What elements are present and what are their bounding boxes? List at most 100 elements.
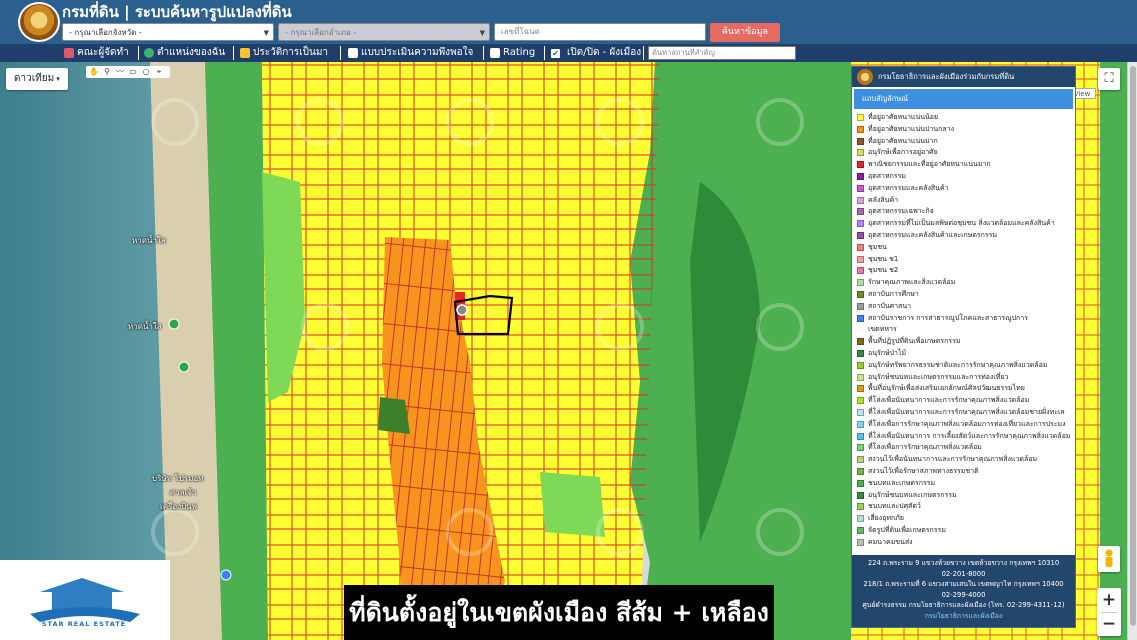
nav-divider [643,46,644,60]
province-select[interactable]: - กรุณาเลือกจังหวัด - ▼ [62,23,274,41]
legend-item-label: พื้นที่ปฏิรูปที่ดินเพื่อเกษตรกรรม [868,337,961,346]
legend-item: สงวนไว้เพื่อรักษาสภาพทางธรรมชาติ [857,466,1075,478]
legend-swatch [857,349,864,357]
legend-org-title: กรมโยธาธิการและผังเมืองร่วมกับกรมที่ดิน [878,72,1015,81]
deed-number-input[interactable]: เลขที่โฉนด [494,23,706,41]
legend-swatch [857,172,864,180]
street-view-pegman-icon[interactable] [1098,546,1120,572]
legend-item-label: ชุมชน ช1 [868,254,899,263]
legend-swatch [857,302,864,310]
legend-swatch [857,184,864,192]
footer-address: 224 ถ.พระราม 9 แขวงห้วยขวาง เขตห้วยขวาง … [867,559,1060,567]
legend-item-label: สงวนไว้เพื่อรักษาสภาพทางธรรมชาติ [868,466,979,475]
legend-item: สถาบันการศึกษา [857,289,1075,301]
legend-item-label: คลังสินค้า [868,195,899,204]
footer-link[interactable]: กรมโยธาธิการและผังเมือง [852,611,1075,622]
nav-item-survey[interactable]: แบบประเมินความพึงพอใจ [348,44,473,62]
legend-swatch [857,208,864,216]
legend-item: พื้นที่ปฏิรูปที่ดินเพื่อเกษตรกรรม [857,336,1075,348]
page-scrollbar[interactable] [1127,62,1137,640]
legend-item: พาณิชยกรรมและที่อยู่อาศัยหนาแน่นมาก [857,159,1075,171]
app-title: กรมที่ดิน | ระบบค้นหารูปแปลงที่ดิน [62,3,292,21]
legend-item-label: เขตทหาร [868,325,897,334]
legend-swatch [857,479,864,487]
legend-item: อนุรักษ์ชนบทและเกษตรกรรม [857,490,1075,502]
zoom-out-button[interactable]: − [1097,612,1121,636]
legend-swatch [857,408,864,416]
nav-divider [544,46,545,60]
basemap-selector[interactable]: ดาวเทียม ▾ [6,68,68,90]
nav-item-rating[interactable]: Rating [490,44,535,62]
zoom-in-button[interactable]: + [1097,588,1121,612]
legend-item-label: ที่โล่งเพื่อนันทนาการและการรักษาคุณภาพสิ… [868,407,1065,416]
zoning-checkbox[interactable]: ✔ [551,48,560,58]
scrollbar-thumb[interactable] [1130,66,1136,626]
polyline-icon[interactable]: 〰 [114,67,126,77]
map-place-label: ศาลเจ้า [170,488,197,497]
legend-item-label: ชุมชน [868,242,887,251]
legend-list: ที่อยู่อาศัยหนาแน่นน้อย ที่อยู่อาศัยหนาแน… [852,109,1075,548]
legend-item-label: อนุรักษ์เพื่อการอยู่อาศัย [868,148,938,157]
nav-item-toggle-zoning[interactable]: ✔ เปิด/ปิด - ผังเมือง [551,44,641,62]
legend-swatch [857,538,864,546]
search-button[interactable]: ค้นหาข้อมูล [710,23,780,42]
legend-item: ที่โล่งเพื่อการรักษาคุณภาพสิ่งแวดล้อม [857,442,1075,454]
legend-item-label: อุตสาหกรรมที่ไม่เป็นมลพิษต่อชุมชน สิ่งแว… [868,219,1055,228]
place-search-input[interactable]: ค้นหาสถานที่สำคัญ [648,46,796,60]
legend-item-label: อนุรักษ์ชนบทและเกษตรกรรม [868,490,957,499]
map-place-label: หาดน้ำใส [132,236,166,245]
legend-swatch [857,432,864,440]
legend-swatch [857,290,864,298]
nav-item-my-location[interactable]: ตำแหน่งของฉัน [144,44,225,62]
legend-swatch [857,361,864,369]
rectangle-icon[interactable]: ▭ [127,67,139,77]
fullscreen-button[interactable]: ⛶ [1098,68,1120,90]
circle-icon[interactable]: ○ [140,67,152,77]
nav-item-history[interactable]: ประวัติการเป็นมา [240,44,328,62]
legend-item: ที่โล่งเพื่อนันทนาการและการรักษาคุณภาพสิ… [857,407,1075,419]
legend-item-label: สถาบันศาสนา [868,301,912,310]
legend-swatch [857,515,864,523]
legend-swatch [857,196,864,204]
legend-item: อุตสาหกรรมและคลังสินค้า [857,183,1075,195]
legend-item: อุตสาหกรรมที่ไม่เป็นมลพิษต่อชุมชน สิ่งแว… [857,218,1075,230]
legend-item-label: จัดรูปที่ดินเพื่อเกษตรกรรม [868,525,946,534]
legend-item-label: เสี่ยงอุทกภัย [868,514,904,523]
legend-item: อุตสาหกรรมและคลังสินค้าและเกษตรกรรม [857,230,1075,242]
legend-item-label: อนุรักษ์ชนบทและเกษตรกรรมและการท่องเที่ยว [868,372,1009,381]
legend-item: ที่โล่งเพื่อการรักษาคุณภาพสิ่งแวดล้อมการ… [857,419,1075,431]
caption-banner: ที่ดินตั้งอยู่ในเขตผังเมือง สีส้ม + เหลื… [344,585,774,640]
nav-item-label: Rating [503,47,536,58]
green-patch [540,472,605,537]
app-header: กรมที่ดิน | ระบบค้นหารูปแปลงที่ดิน - กรุ… [0,0,1137,44]
map-place-label: เครื่องบินพ [160,502,197,511]
legend-item: อนุรักษ์เพื่อการอยู่อาศัย [857,147,1075,159]
legend-swatch [857,114,864,121]
basemap-label: ดาวเทียม [14,73,55,84]
legend-item: ชุมชน [857,242,1075,254]
legend-footer: 224 ถ.พระราม 9 แขวงห้วยขวาง เขตห้วยขวาง … [852,555,1075,627]
legend-item: ที่โล่งเพื่อนันทนาการ การเลี้ยงสัตว์และก… [857,431,1075,443]
brand-logo-box [0,560,170,640]
tab-legend[interactable]: แถบสัญลักษณ์ [854,89,1073,109]
legend-item: อุตสาหกรรม [857,171,1075,183]
chevron-down-icon: ▼ [263,29,269,37]
district-select[interactable]: - กรุณาเลือกอำเภอ - ▼ [278,23,490,41]
nav-divider [483,46,484,60]
legend-swatch [857,467,864,475]
nav-item-team[interactable]: คณะผู้จัดทำ [64,44,129,62]
place-marker-icon [168,318,180,330]
measure-icon[interactable]: ⌖ [153,67,165,77]
map-place-label: หาดน้ำใส [128,322,162,331]
marker-icon[interactable]: ⚲ [101,67,113,77]
legend-item: ที่อยู่อาศัยหนาแน่นมาก [857,136,1075,148]
place-marker-icon [178,361,190,373]
legend-item-label: อนุรักษ์ทรัพยากรธรรมชาติและการรักษาคุณภา… [868,360,1048,369]
nav-divider [138,46,139,60]
legend-item-label: อุตสาหกรรมเฉพาะกิจ [868,207,934,216]
legend-swatch [857,444,864,452]
legend-swatch [857,125,864,133]
legend-item: ที่โล่งเพื่อนันทนาการและการรักษาคุณภาพสิ… [857,395,1075,407]
dpt-seal-icon [857,69,873,85]
pan-hand-icon[interactable]: ✋ [88,67,100,77]
